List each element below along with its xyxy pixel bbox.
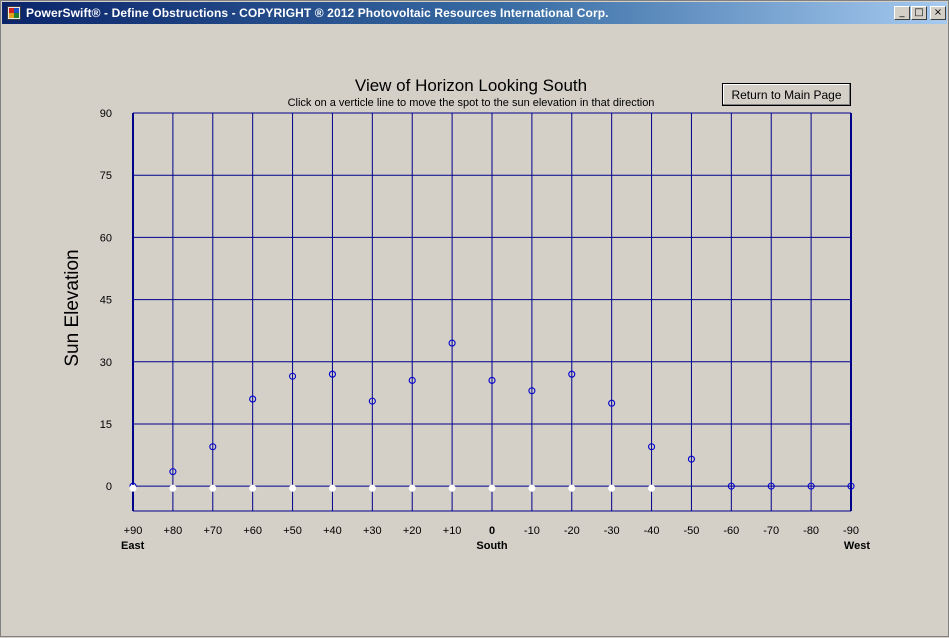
ground-point bbox=[328, 484, 336, 492]
y-tick-label: 60 bbox=[100, 232, 112, 244]
x-tick-label: +80 bbox=[164, 525, 183, 537]
direction-label: East bbox=[121, 540, 145, 552]
ground-point bbox=[648, 484, 656, 492]
ground-point bbox=[568, 484, 576, 492]
x-tick-label: -30 bbox=[604, 525, 620, 537]
x-tick-label: -70 bbox=[763, 525, 779, 537]
ground-point bbox=[608, 484, 616, 492]
y-tick-label: 30 bbox=[100, 357, 112, 369]
x-tick-label: +90 bbox=[124, 525, 143, 537]
x-tick-label: +20 bbox=[403, 525, 422, 537]
y-tick-label: 0 bbox=[106, 481, 112, 493]
x-tick-label: +70 bbox=[203, 525, 222, 537]
x-tick-label: -40 bbox=[644, 525, 660, 537]
y-tick-label: 45 bbox=[100, 295, 112, 307]
x-tick-label: +60 bbox=[243, 525, 262, 537]
y-tick-label: 75 bbox=[100, 170, 112, 182]
x-tick-label: -20 bbox=[564, 525, 580, 537]
ground-point bbox=[129, 484, 137, 492]
ground-point bbox=[289, 484, 297, 492]
y-tick-label: 90 bbox=[100, 108, 112, 120]
horizon-chart[interactable]: 90 75 60 45 30 15 0 +90 +80 +70 +60 +50 +40 +30 +20 +10… bbox=[1, 1, 949, 638]
x-tick-label: -90 bbox=[843, 525, 859, 537]
x-tick-label: 0 bbox=[489, 525, 495, 537]
ground-point bbox=[368, 484, 376, 492]
x-tick-label: -50 bbox=[683, 525, 699, 537]
ground-point bbox=[209, 484, 217, 492]
x-tick-label: +10 bbox=[443, 525, 462, 537]
x-tick-label: +40 bbox=[323, 525, 342, 537]
ground-point bbox=[528, 484, 536, 492]
x-tick-label: +30 bbox=[363, 525, 382, 537]
x-tick-label: -10 bbox=[524, 525, 540, 537]
ground-point bbox=[169, 484, 177, 492]
app-window: PowerSwift® - Define Obstructions - COPY… bbox=[0, 0, 949, 637]
direction-label: South bbox=[476, 540, 507, 552]
x-tick-label: -80 bbox=[803, 525, 819, 537]
ground-point bbox=[448, 484, 456, 492]
ground-point bbox=[408, 484, 416, 492]
x-tick-label: -60 bbox=[723, 525, 739, 537]
ground-point bbox=[249, 484, 257, 492]
y-tick-label: 15 bbox=[100, 419, 112, 431]
direction-label: West bbox=[844, 540, 870, 552]
ground-point bbox=[488, 484, 496, 492]
x-tick-label: +50 bbox=[283, 525, 302, 537]
